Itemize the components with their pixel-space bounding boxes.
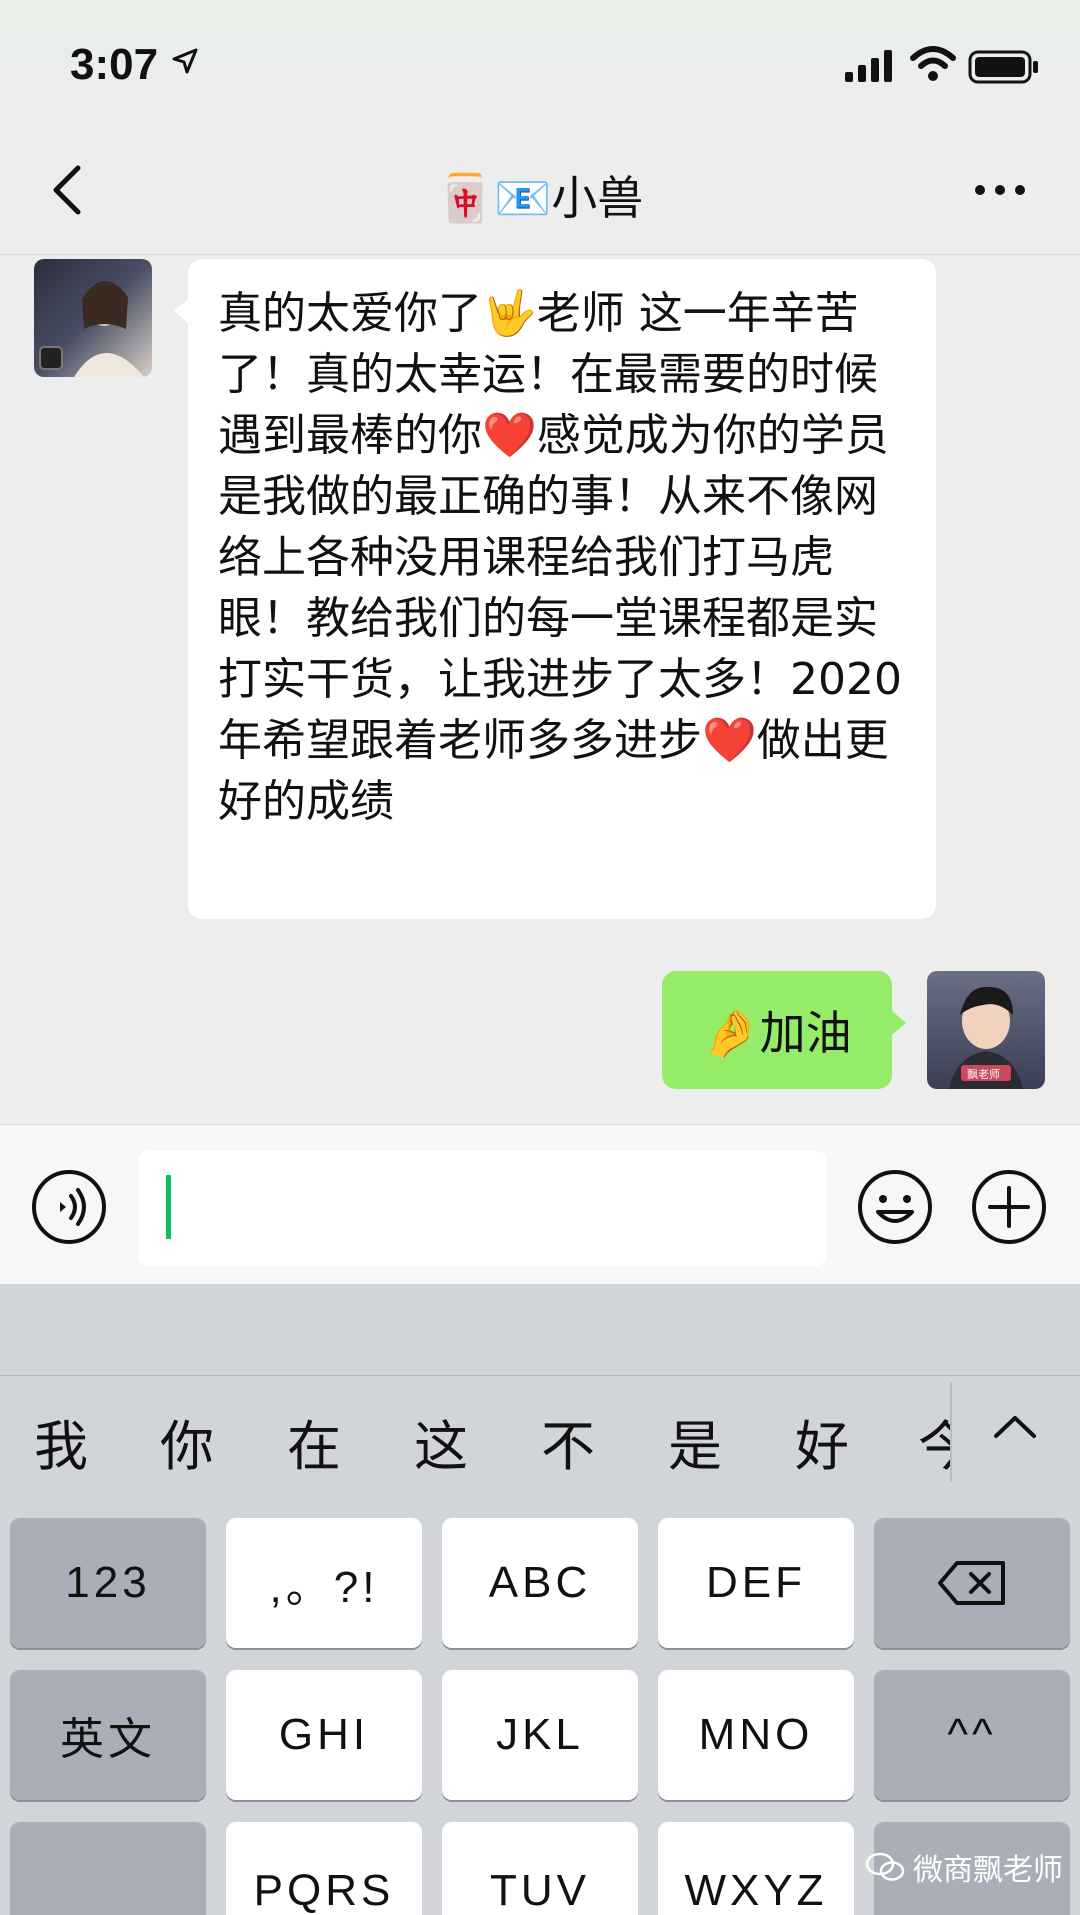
- contact-avatar[interactable]: [34, 259, 152, 377]
- candidate-bar: 我 你 在 这 不 是 好 今: [0, 1375, 1080, 1500]
- candidate-word[interactable]: 是: [668, 1402, 722, 1481]
- incoming-message-bubble[interactable]: 真的太爱你了🤟老师 这一年辛苦了！真的太幸运！在最需要的时候遇到最棒的你❤️感觉…: [174, 259, 936, 919]
- key-jkl[interactable]: JKL: [442, 1670, 638, 1800]
- more-features-button[interactable]: [970, 1168, 1048, 1246]
- candidate-word[interactable]: 在: [287, 1402, 341, 1481]
- key-punctuation[interactable]: ,。?!: [226, 1518, 422, 1648]
- watermark-text: 微商飘老师: [913, 1853, 1063, 1888]
- key-def[interactable]: DEF: [658, 1518, 854, 1648]
- key-mno[interactable]: MNO: [658, 1670, 854, 1800]
- text-cursor: [166, 1175, 171, 1239]
- chat-area: 真的太爱你了🤟老师 这一年辛苦了！真的太幸运！在最需要的时候遇到最棒的你❤️感觉…: [0, 256, 1080, 1124]
- key-tuv[interactable]: TUV: [442, 1822, 638, 1915]
- candidate-word[interactable]: 好: [795, 1402, 849, 1481]
- incoming-message-text: 真的太爱你了🤟老师 这一年辛苦了！真的太幸运！在最需要的时候遇到最棒的你❤️感觉…: [218, 288, 902, 827]
- avatar-label: 飘老师: [967, 1068, 1000, 1081]
- message-input[interactable]: [138, 1151, 826, 1266]
- emoji-button[interactable]: [856, 1168, 934, 1246]
- key-english[interactable]: 英文: [10, 1670, 206, 1800]
- delete-key[interactable]: [874, 1518, 1070, 1648]
- avatar-photo-icon: [39, 280, 144, 377]
- candidate-divider: [950, 1382, 952, 1482]
- candidate-word[interactable]: 你: [160, 1402, 214, 1481]
- wechat-logo-icon: [865, 1852, 905, 1881]
- keyboard: 我 你 在 这 不 是 好 今 123 ,。?! ABC DEF 英文 GHI …: [0, 1284, 1080, 1915]
- key-abc[interactable]: ABC: [442, 1518, 638, 1648]
- chevron-up-icon[interactable]: [990, 1406, 1040, 1446]
- nav-bar: 🀄📧小兽: [0, 130, 1080, 255]
- candidate-word[interactable]: 今: [918, 1402, 950, 1481]
- cellular-signal-icon: [845, 50, 892, 82]
- more-options-button[interactable]: [970, 170, 1030, 210]
- outgoing-message-bubble[interactable]: 🤌加油: [662, 971, 906, 1089]
- outgoing-message-text: 🤌加油: [702, 1006, 852, 1060]
- battery-icon: [968, 50, 1038, 84]
- wifi-icon: [910, 46, 956, 81]
- voice-input-button[interactable]: [30, 1168, 108, 1246]
- status-time: 3:07: [70, 40, 159, 89]
- status-bar: 3:07: [0, 0, 1080, 130]
- key-blank[interactable]: [10, 1822, 206, 1915]
- candidate-word[interactable]: 不: [541, 1402, 595, 1481]
- backspace-icon: [938, 1561, 1005, 1605]
- input-bar: [0, 1124, 1080, 1284]
- location-arrow-icon: [172, 48, 198, 74]
- candidate-word[interactable]: 我: [34, 1402, 88, 1481]
- key-emoticon[interactable]: ^^: [874, 1670, 1070, 1800]
- watermark: 微商飘老师: [865, 1845, 1063, 1889]
- candidate-word[interactable]: 这: [414, 1402, 468, 1481]
- key-wxyz[interactable]: WXYZ: [658, 1822, 854, 1915]
- my-avatar[interactable]: 飘老师: [927, 971, 1045, 1089]
- key-123[interactable]: 123: [10, 1518, 206, 1648]
- chat-title: 🀄📧小兽: [436, 171, 644, 225]
- key-pqrs[interactable]: PQRS: [226, 1822, 422, 1915]
- key-ghi[interactable]: GHI: [226, 1670, 422, 1800]
